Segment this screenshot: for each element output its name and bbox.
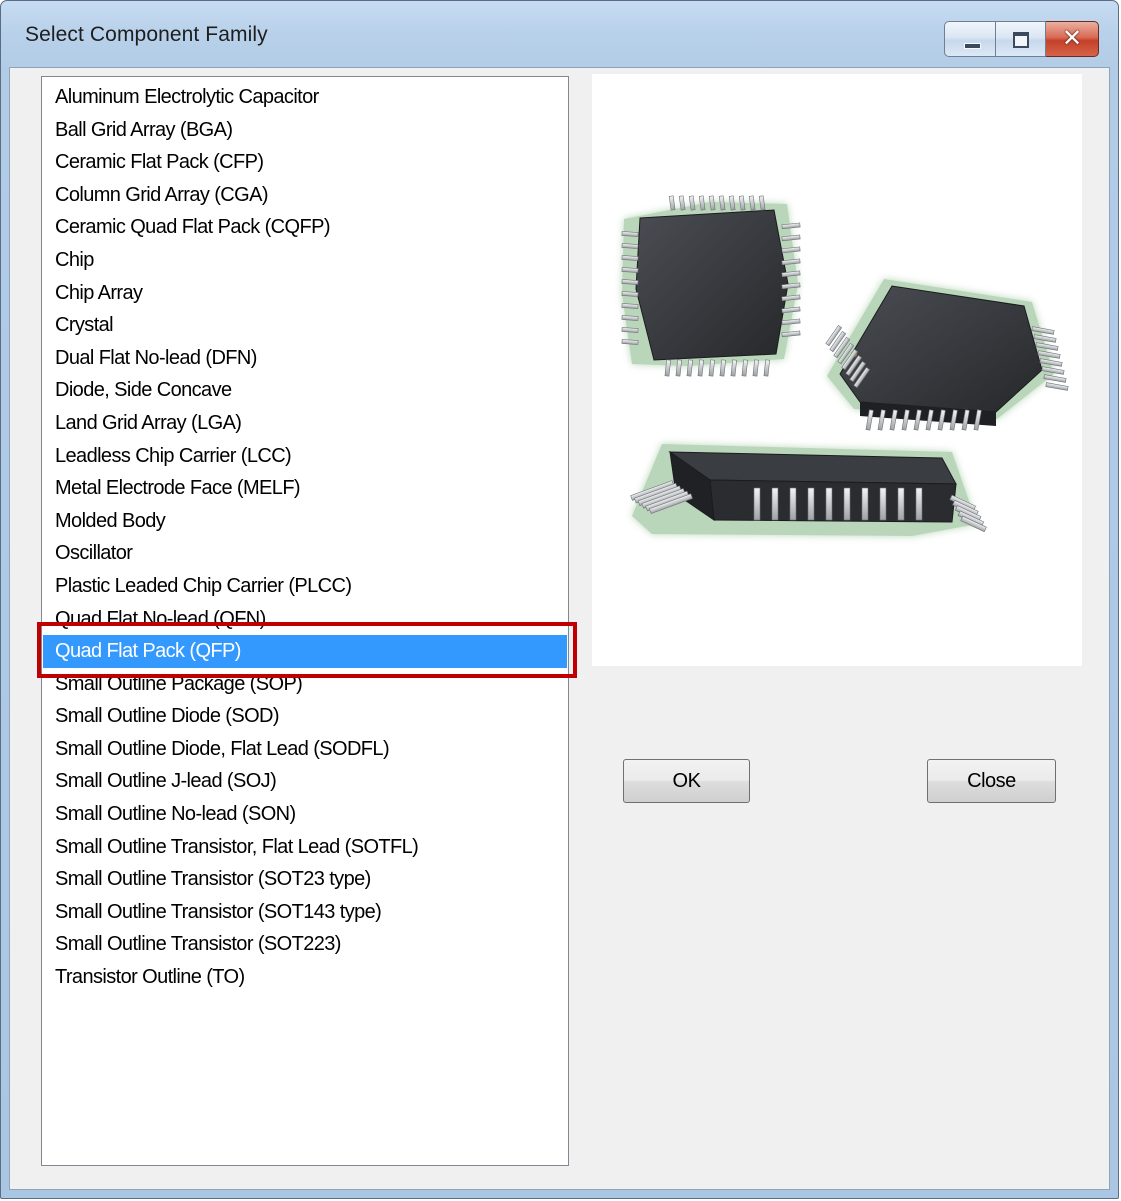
- list-item[interactable]: Diode, Side Concave: [42, 374, 568, 407]
- component-family-list: Aluminum Electrolytic Capacitor Ball Grid…: [42, 77, 568, 994]
- lead: [897, 487, 905, 521]
- lead: [621, 279, 639, 285]
- maximize-icon: [1013, 32, 1029, 48]
- list-item[interactable]: Small Outline Transistor (SOT143 type): [42, 896, 568, 929]
- lead: [621, 315, 639, 321]
- lead: [879, 487, 887, 521]
- list-item[interactable]: Small Outline Transistor, Flat Lead (SOT…: [42, 831, 568, 864]
- caption-buttons: ✕: [944, 21, 1099, 59]
- lead: [741, 359, 748, 377]
- list-item[interactable]: Small Outline Diode (SOD): [42, 700, 568, 733]
- lead: [1045, 382, 1069, 391]
- list-item[interactable]: Plastic Leaded Chip Carrier (PLCC): [42, 570, 568, 603]
- lead: [621, 303, 639, 309]
- lead: [621, 291, 639, 297]
- component-family-listbox[interactable]: Aluminum Electrolytic Capacitor Ball Grid…: [41, 76, 569, 1166]
- list-item[interactable]: Chip Array: [42, 277, 568, 310]
- list-item[interactable]: Column Grid Array (CGA): [42, 179, 568, 212]
- list-item[interactable]: Small Outline Package (SOP): [42, 668, 568, 701]
- lead: [621, 327, 639, 333]
- list-item[interactable]: Small Outline Transistor (SOT223): [42, 928, 568, 961]
- lead: [621, 243, 639, 249]
- close-button[interactable]: Close: [927, 759, 1056, 803]
- list-item[interactable]: Aluminum Electrolytic Capacitor: [42, 81, 568, 114]
- list-item[interactable]: Ceramic Flat Pack (CFP): [42, 146, 568, 179]
- qfp-package-illustration: [621, 195, 1069, 536]
- ok-button[interactable]: OK: [623, 759, 750, 803]
- dialog-window: Select Component Family ✕ Aluminum Elect…: [0, 0, 1119, 1199]
- lead: [621, 339, 639, 345]
- list-item[interactable]: Chip: [42, 244, 568, 277]
- lead: [915, 487, 923, 521]
- lead: [789, 487, 797, 521]
- list-item[interactable]: Small Outline Transistor (SOT23 type): [42, 863, 568, 896]
- minimize-button[interactable]: [944, 21, 996, 57]
- list-item[interactable]: Ball Grid Array (BGA): [42, 114, 568, 147]
- list-item-selected[interactable]: Quad Flat Pack (QFP): [43, 635, 567, 668]
- lead: [753, 487, 761, 521]
- window-title: Select Component Family: [25, 23, 268, 46]
- qfp-chip-right: [825, 279, 1069, 431]
- list-item[interactable]: Transistor Outline (TO): [42, 961, 568, 994]
- lead: [621, 255, 639, 261]
- list-item[interactable]: Small Outline No-lead (SON): [42, 798, 568, 831]
- list-item[interactable]: Crystal: [42, 309, 568, 342]
- list-item[interactable]: Leadless Chip Carrier (LCC): [42, 440, 568, 473]
- list-item[interactable]: Small Outline Diode, Flat Lead (SODFL): [42, 733, 568, 766]
- list-item[interactable]: Oscillator: [42, 537, 568, 570]
- lead: [825, 487, 833, 521]
- lead: [843, 487, 851, 521]
- list-item[interactable]: Quad Flat No-lead (QFN): [42, 603, 568, 636]
- qfp-chip-top-left: [621, 195, 801, 377]
- list-item[interactable]: Molded Body: [42, 505, 568, 538]
- lead: [1043, 374, 1067, 383]
- list-item[interactable]: Ceramic Quad Flat Pack (CQFP): [42, 211, 568, 244]
- minimize-icon: [964, 43, 981, 49]
- list-item[interactable]: Land Grid Array (LGA): [42, 407, 568, 440]
- lead: [771, 487, 779, 521]
- maximize-button[interactable]: [996, 21, 1046, 57]
- lead: [763, 359, 770, 377]
- title-bar[interactable]: Select Component Family ✕: [1, 1, 1118, 67]
- lead: [807, 487, 815, 521]
- lead: [668, 195, 676, 211]
- close-icon: ✕: [1061, 25, 1083, 52]
- lead: [752, 359, 759, 377]
- lead: [621, 267, 639, 273]
- list-item[interactable]: Small Outline J-lead (SOJ): [42, 765, 568, 798]
- list-item[interactable]: Metal Electrode Face (MELF): [42, 472, 568, 505]
- qfp-chip-bottom: [630, 444, 987, 536]
- lead: [861, 487, 869, 521]
- list-item[interactable]: Dual Flat No-lead (DFN): [42, 342, 568, 375]
- lead: [621, 231, 639, 237]
- dialog-client-area: Aluminum Electrolytic Capacitor Ball Grid…: [9, 67, 1110, 1190]
- component-preview-image: [592, 74, 1082, 666]
- close-window-button[interactable]: ✕: [1046, 21, 1099, 57]
